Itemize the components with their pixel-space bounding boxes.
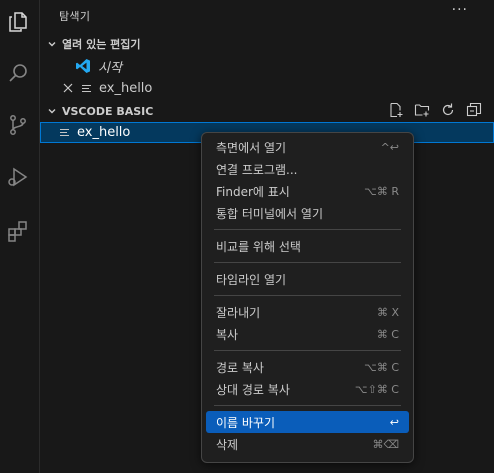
menu-item-rename[interactable]: 이름 바꾸기 ↩ (206, 411, 409, 433)
menu-item-shortcut: ⌥⇧⌘ C (354, 382, 399, 396)
menu-item-label: 타임라인 열기 (216, 272, 287, 287)
menu-separator (214, 405, 401, 406)
search-icon[interactable] (4, 59, 32, 87)
run-debug-icon[interactable] (4, 163, 32, 191)
menu-item-label: 측면에서 열기 (216, 140, 287, 155)
sidebar-title: 탐색기 (59, 10, 91, 23)
menu-item-label: 연결 프로그램... (216, 162, 298, 177)
open-editor-label: 시작 (98, 60, 122, 76)
open-editors-header[interactable]: 열려 있는 편집기 (40, 33, 494, 55)
explorer-toolbar (388, 102, 482, 118)
chevron-down-icon (42, 106, 62, 116)
file-lines-icon (82, 83, 91, 93)
menu-item-label: 통합 터미널에서 열기 (216, 206, 323, 221)
menu-separator (214, 350, 401, 351)
menu-item-copy[interactable]: 복사 ⌘ C (206, 323, 409, 345)
context-menu: 측면에서 열기 ^↩ 연결 프로그램... Finder에 표시 ⌥⌘ R 통합 터… (201, 132, 414, 463)
open-editor-item-welcome[interactable]: 시작 (40, 55, 494, 77)
menu-item-shortcut: ⌘ X (376, 305, 399, 319)
menu-item-open-to-side[interactable]: 측면에서 열기 ^↩ (206, 136, 409, 158)
menu-separator (214, 229, 401, 230)
new-folder-icon[interactable] (414, 102, 430, 118)
menu-item-label: 잘라내기 (216, 305, 261, 320)
menu-item-copy-path[interactable]: 경로 복사 ⌥⌘ C (206, 356, 409, 378)
menu-item-shortcut: ⌘⌫ (372, 437, 399, 451)
menu-item-copy-relative-path[interactable]: 상대 경로 복사 ⌥⇧⌘ C (206, 378, 409, 400)
extensions-icon[interactable] (4, 217, 32, 245)
collapse-all-icon[interactable] (466, 102, 482, 118)
menu-item-shortcut: ⌥⌘ C (364, 360, 399, 374)
explorer-files-icon[interactable] (4, 8, 32, 36)
workspace-label: VSCODE BASIC (62, 104, 154, 118)
menu-item-label: 상대 경로 복사 (216, 382, 290, 397)
menu-item-open-in-terminal[interactable]: 통합 터미널에서 열기 (206, 202, 409, 224)
open-editor-label: ex_hello (99, 80, 153, 96)
menu-item-label: 복사 (216, 327, 239, 342)
menu-item-open-with[interactable]: 연결 프로그램... (206, 158, 409, 180)
menu-item-delete[interactable]: 삭제 ⌘⌫ (206, 433, 409, 455)
close-icon[interactable] (62, 82, 74, 94)
menu-item-label: 이름 바꾸기 (216, 415, 276, 430)
vscode-logo-icon (75, 58, 91, 74)
refresh-icon[interactable] (440, 102, 456, 118)
activity-bar (0, 0, 40, 473)
source-control-icon[interactable] (4, 111, 32, 139)
menu-item-shortcut: ↩ (389, 415, 399, 429)
menu-item-shortcut: ⌘ C (376, 327, 399, 341)
menu-item-shortcut: ⌥⌘ R (364, 184, 399, 198)
open-editor-item-ex-hello[interactable]: ex_hello (40, 77, 494, 99)
menu-item-cut[interactable]: 잘라내기 ⌘ X (206, 301, 409, 323)
menu-item-label: Finder에 표시 (216, 184, 290, 199)
menu-item-label: 삭제 (216, 437, 239, 452)
menu-item-open-timeline[interactable]: 타임라인 열기 (206, 268, 409, 290)
menu-item-reveal-in-finder[interactable]: Finder에 표시 ⌥⌘ R (206, 180, 409, 202)
menu-item-label: 비교를 위해 선택 (216, 239, 301, 254)
new-file-icon[interactable] (388, 102, 404, 118)
file-label: ex_hello (77, 124, 131, 140)
menu-item-label: 경로 복사 (216, 360, 264, 375)
menu-separator (214, 295, 401, 296)
open-editors-label: 열려 있는 편집기 (62, 38, 141, 51)
menu-item-shortcut: ^↩ (380, 140, 399, 154)
menu-item-select-for-compare[interactable]: 비교를 위해 선택 (206, 235, 409, 257)
file-lines-icon (60, 127, 69, 137)
menu-separator (214, 262, 401, 263)
more-actions-icon[interactable]: ··· (452, 2, 468, 18)
chevron-down-icon (42, 39, 62, 49)
